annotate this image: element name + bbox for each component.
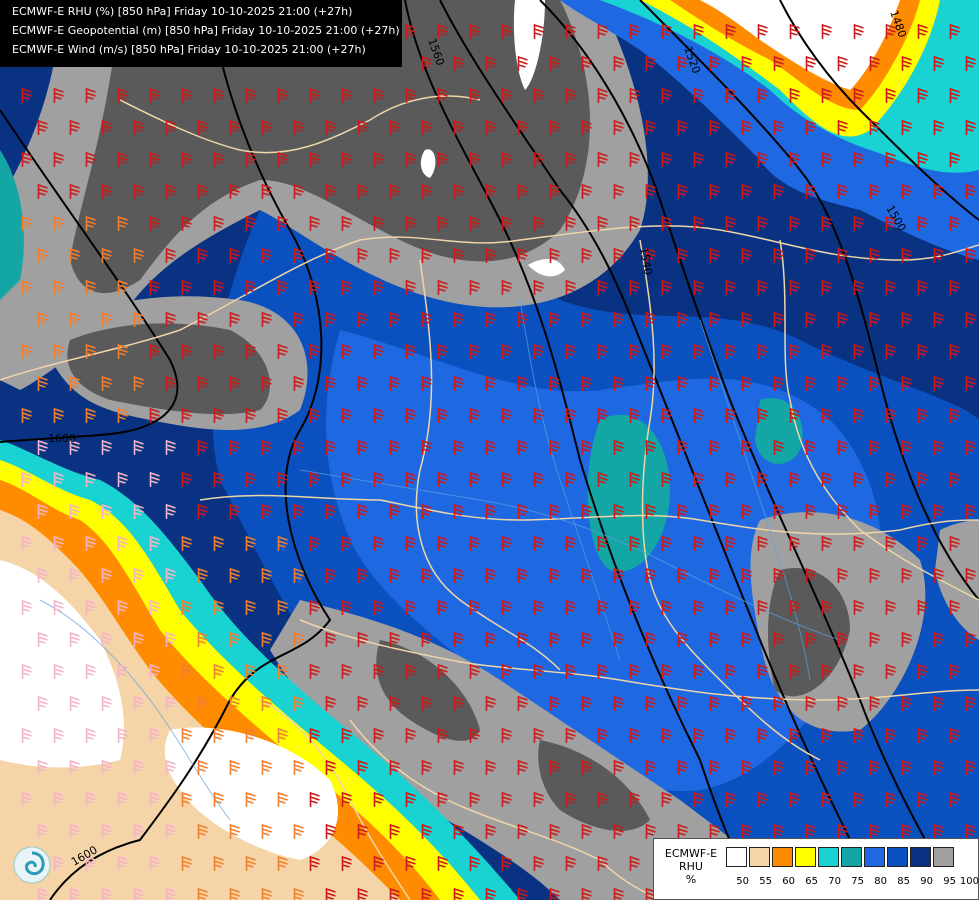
map-stage: 1560 1520 1480 1540 1500 1580 1600 1600 … [0, 0, 979, 900]
legend-tick-label: 60 [782, 876, 795, 887]
legend-swatch [726, 847, 747, 867]
legend-tick-label: 65 [805, 876, 818, 887]
legend-tick-label: 100 [959, 876, 979, 887]
legend-title-model: ECMWF-E [664, 847, 718, 860]
legend-tick-label: 95 [943, 876, 956, 887]
legend-swatch [864, 847, 885, 867]
legend-tick-label: 50 [736, 876, 749, 887]
legend-title-variable: RHU [679, 860, 703, 873]
weather-map: 1560 1520 1480 1540 1500 1580 1600 1600 [0, 0, 979, 900]
legend-tick-label: 90 [920, 876, 933, 887]
legend-ticks: 50 55 60 65 70 75 80 85 90 95 100 [726, 876, 979, 887]
ecmwf-swirl-icon [12, 845, 52, 885]
legend-swatch [910, 847, 931, 867]
legend-tick-label: 75 [851, 876, 864, 887]
legend-swatch [772, 847, 793, 867]
legend-swatch [887, 847, 908, 867]
legend-swatch [841, 847, 862, 867]
legend-tick-label: 80 [874, 876, 887, 887]
legend-tick-label: 55 [759, 876, 772, 887]
legend-swatch [933, 847, 954, 867]
map-header: ECMWF-E RHU (%) [850 hPa] Friday 10-10-2… [0, 0, 402, 67]
rhu-legend: ECMWF-E RHU % 50 55 60 65 70 75 80 85 90 95 100 [653, 838, 979, 900]
legend-swatch [795, 847, 816, 867]
legend-tick-label: 85 [897, 876, 910, 887]
legend-tick-label: 70 [828, 876, 841, 887]
legend-title: ECMWF-E RHU % [658, 847, 724, 886]
header-line-wind: ECMWF-E Wind (m/s) [850 hPa] Friday 10-1… [12, 43, 366, 56]
header-line-rhu: ECMWF-E RHU (%) [850 hPa] Friday 10-10-2… [12, 5, 353, 18]
contour-label: 1600 [48, 432, 76, 445]
legend-swatches [726, 847, 956, 867]
legend-swatch [818, 847, 839, 867]
legend-swatch [749, 847, 770, 867]
legend-title-unit: % [685, 873, 697, 886]
header-line-geopotential: ECMWF-E Geopotential (m) [850 hPa] Frida… [12, 24, 400, 37]
